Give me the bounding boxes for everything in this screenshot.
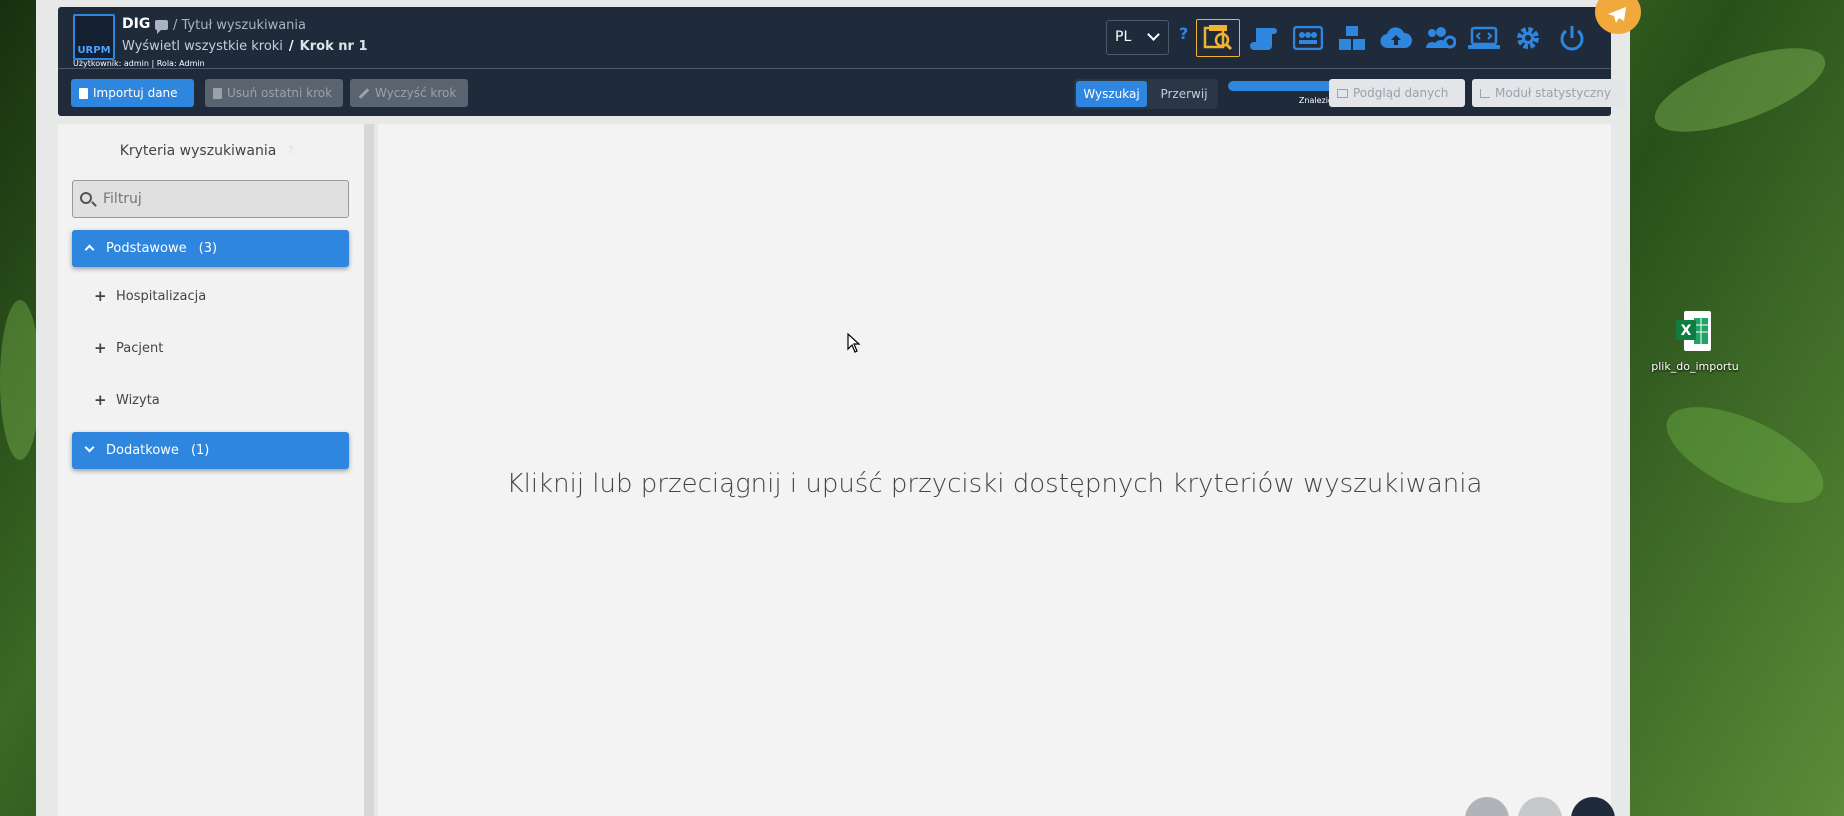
- help-icon[interactable]: ?: [1179, 24, 1188, 43]
- logo-text: URPM: [77, 45, 111, 56]
- breadcrumb: Wyświetl wszystkie kroki / Krok nr 1: [122, 39, 368, 54]
- criteria-item-label: Pacjent: [116, 340, 164, 356]
- criteria-help-icon[interactable]: ?: [288, 144, 294, 157]
- data-preview-button[interactable]: Podgląd danych: [1329, 79, 1465, 107]
- search-title[interactable]: / Tytuł wyszukiwania: [173, 18, 306, 33]
- trash-icon: [213, 87, 222, 99]
- group-count: (1): [190, 443, 210, 458]
- scroll-icon[interactable]: [1242, 19, 1286, 57]
- excel-file-icon[interactable]: X: [1676, 310, 1712, 352]
- app-name: DIG: [122, 16, 151, 32]
- clear-step-button[interactable]: Wyczyść krok: [350, 79, 468, 107]
- criteria-item-label: Wizyta: [116, 392, 160, 408]
- top-bar: URPM DIG / Tytuł wyszukiwania Wyświetl w…: [58, 7, 1625, 116]
- browser-app-window: URPM DIG / Tytuł wyszukiwania Wyświetl w…: [36, 0, 1630, 816]
- drop-hint: Kliknij lub przeciągnij i upuść przycisk…: [506, 469, 1483, 499]
- laptop-code-icon[interactable]: [1462, 19, 1506, 57]
- cloud-upload-icon[interactable]: [1374, 19, 1418, 57]
- table-icon: [1337, 88, 1348, 98]
- users-gear-icon[interactable]: [1418, 19, 1462, 57]
- user-info: Użytkownik: admin | Rola: Admin: [73, 59, 205, 68]
- search-icon: [80, 192, 92, 204]
- group-label: Podstawowe: [106, 241, 187, 256]
- power-icon[interactable]: [1550, 19, 1594, 57]
- filter-input[interactable]: [72, 180, 349, 218]
- paper-plane-icon: [1608, 7, 1626, 23]
- gear-icon[interactable]: [1506, 19, 1550, 57]
- plus-icon: +: [94, 339, 107, 357]
- chevron-down-icon: [84, 442, 95, 453]
- remove-last-step-button[interactable]: Usuń ostatni krok: [205, 79, 343, 107]
- background-leaf: [0, 300, 40, 460]
- mouse-cursor: [847, 332, 861, 357]
- search-button[interactable]: Wyszukaj: [1076, 81, 1147, 107]
- criteria-item-wizyta[interactable]: + Wizyta: [94, 391, 160, 409]
- chart-icon: [1480, 88, 1490, 98]
- import-data-button[interactable]: Importuj dane: [71, 79, 194, 107]
- language-select[interactable]: PL: [1106, 20, 1169, 55]
- chevron-down-icon: [1147, 28, 1160, 41]
- breadcrumb-current-step: Krok nr 1: [299, 39, 368, 54]
- language-value: PL: [1115, 29, 1132, 45]
- statistics-module-button[interactable]: Moduł statystyczny: [1472, 79, 1625, 107]
- group-header-dodatkowe[interactable]: Dodatkowe (1): [72, 432, 349, 469]
- urpm-logo[interactable]: URPM: [73, 14, 115, 60]
- criteria-drop-zone[interactable]: Kliknij lub przeciągnij i upuść przycisk…: [378, 124, 1611, 816]
- file-import-icon: [79, 87, 88, 99]
- excel-badge: X: [1681, 323, 1692, 339]
- broom-icon: [358, 87, 370, 99]
- breadcrumb-separator: /: [288, 39, 294, 54]
- group-header-podstawowe[interactable]: Podstawowe (3): [72, 230, 349, 267]
- divider: [58, 68, 1611, 69]
- criteria-item-label: Hospitalizacja: [116, 288, 207, 304]
- criteria-item-pacjent[interactable]: + Pacjent: [94, 339, 163, 357]
- boxes-icon[interactable]: [1330, 19, 1374, 57]
- panel-splitter[interactable]: [364, 124, 374, 816]
- group-label: Dodatkowe: [106, 443, 179, 458]
- background-leaf: [1653, 387, 1837, 523]
- breadcrumb-all-steps[interactable]: Wyświetl wszystkie kroki: [122, 39, 283, 54]
- chevron-up-icon: [84, 244, 95, 255]
- desktop-file-label: plik_do_importu: [1651, 360, 1739, 373]
- criteria-sidebar: Kryteria wyszukiwania ? Podstawowe (3) +…: [58, 124, 364, 816]
- search-toggle: Wyszukaj Przerwij: [1074, 79, 1218, 109]
- users-board-icon[interactable]: [1286, 19, 1330, 57]
- plus-icon: +: [94, 391, 107, 409]
- background-leaf: [1645, 31, 1835, 149]
- criteria-title: Kryteria wyszukiwania: [119, 143, 277, 159]
- search-document-icon[interactable]: [1196, 19, 1240, 57]
- plus-icon: +: [94, 287, 107, 305]
- group-count: (3): [198, 241, 218, 256]
- criteria-item-hospitalizacja[interactable]: + Hospitalizacja: [94, 287, 206, 305]
- stop-button[interactable]: Przerwij: [1154, 81, 1214, 107]
- comment-icon[interactable]: [155, 20, 168, 34]
